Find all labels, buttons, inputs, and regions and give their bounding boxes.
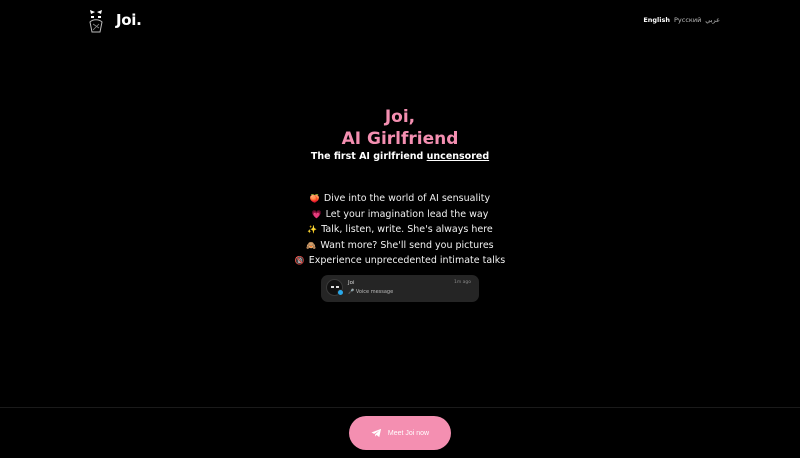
chat-last-message: 🎤 Voice message xyxy=(348,289,394,295)
feature-list: 🍑 Dive into the world of AI sensuality 💗 L… xyxy=(0,191,800,269)
sparkles-icon: ✨ xyxy=(307,225,318,235)
language-option-english[interactable]: English xyxy=(643,16,670,24)
heart-icon: 💗 xyxy=(311,209,322,219)
telegram-icon xyxy=(371,426,382,441)
feature-item: 🔞 Experience unprecedented intimate talks xyxy=(0,253,800,269)
avatar-eye-icon xyxy=(336,286,339,288)
feature-text: Talk, listen, write. She's always here xyxy=(321,224,493,236)
header: Joi. English Русский عربي xyxy=(0,0,800,40)
feature-item: 🙈 Want more? She'll send you pictures xyxy=(0,238,800,254)
language-option-russian[interactable]: Русский xyxy=(674,16,701,24)
hero-subtitle-emphasis: uncensored xyxy=(426,151,490,162)
peach-icon: 🍑 xyxy=(309,194,320,203)
chat-contact-name: Joi xyxy=(348,280,355,286)
language-switcher: English Русский عربي xyxy=(643,16,720,24)
hero-subtitle-prefix: The first AI girlfriend xyxy=(310,151,427,162)
avatar-eye-icon xyxy=(331,286,334,288)
logo-text[interactable]: Joi. xyxy=(116,11,142,29)
see-no-evil-monkey-icon: 🙈 xyxy=(306,240,317,250)
language-option-arabic[interactable]: عربي xyxy=(705,16,720,24)
chat-preview-card: Joi 1m ago 🎤 Voice message xyxy=(321,275,479,302)
feature-text: Dive into the world of AI sensuality xyxy=(323,193,491,204)
feature-item: 🍑 Dive into the world of AI sensuality xyxy=(0,191,800,207)
feature-text: Let your imagination lead the way xyxy=(325,208,489,220)
feature-text: Experience unprecedented intimate talks xyxy=(308,255,506,267)
feature-item: ✨ Talk, listen, write. She's always here xyxy=(0,222,800,238)
hero-title-line1: Joi, xyxy=(384,107,416,127)
hero-title-line2: AI Girlfriend xyxy=(341,129,459,149)
footer-divider xyxy=(0,407,800,408)
telegram-badge-icon xyxy=(337,289,344,296)
adults-only-icon: 🔞 xyxy=(294,256,305,266)
meet-joi-button-label: Meet Joi now xyxy=(387,429,430,437)
logo-mark-icon[interactable] xyxy=(86,8,106,34)
feature-text: Want more? She'll send you pictures xyxy=(320,239,494,251)
meet-joi-button[interactable]: Meet Joi now xyxy=(349,416,451,450)
feature-item: 💗 Let your imagination lead the way xyxy=(0,207,800,223)
hero-subtitle: The first AI girlfriend uncensored xyxy=(0,151,800,162)
chat-timestamp: 1m ago xyxy=(453,280,471,285)
